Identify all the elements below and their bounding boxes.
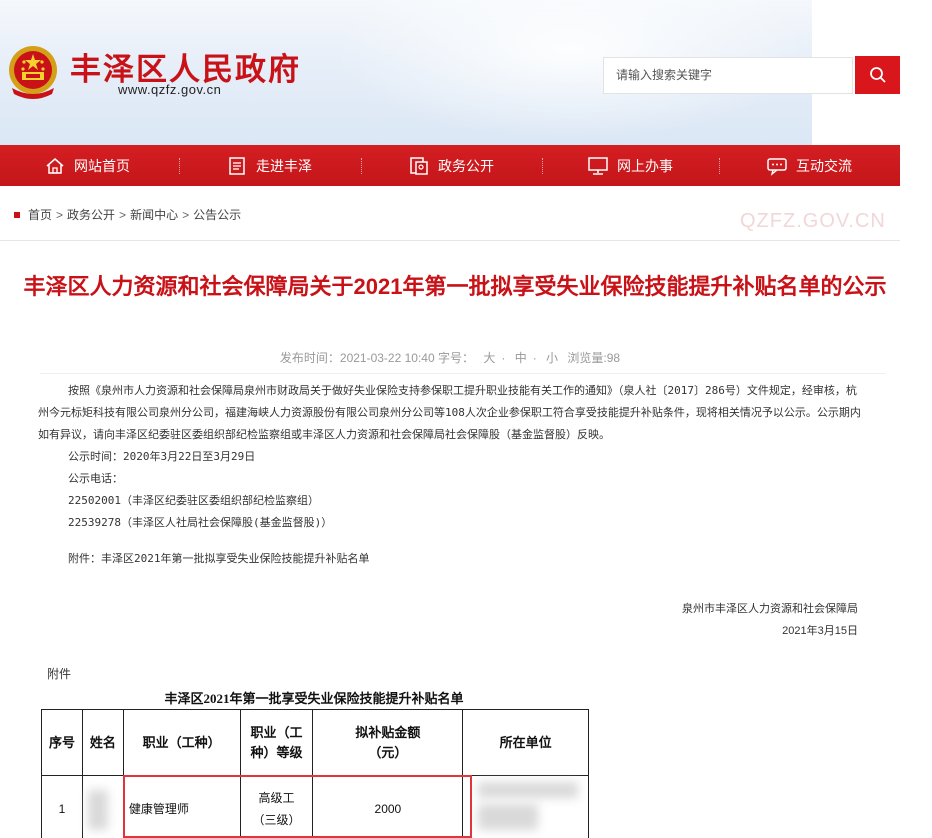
nav-divider: [361, 158, 362, 174]
search-button[interactable]: [855, 56, 900, 94]
nav-item-public[interactable]: 政务公开: [408, 145, 494, 186]
attachment-label: 附件: [47, 667, 72, 681]
document-icon: [226, 155, 248, 177]
home-icon: [44, 155, 66, 177]
phone-line-1: 22502001（丰泽区纪委驻区委组织部纪检监察组）: [68, 494, 319, 507]
col-header-name: 姓名: [81, 709, 124, 776]
signature-date: 2021年3月15日: [782, 625, 858, 637]
search-icon: [869, 67, 886, 83]
site-watermark: QZFZ.GOV.CN: [740, 210, 886, 232]
article-meta: 发布时间：2021-03-22 10:40 字号： 大 · 中 · 小 浏览量:98: [279, 351, 621, 365]
nav-item-interact[interactable]: 互动交流: [766, 145, 852, 186]
attachment-link[interactable]: 附件：丰泽区2021年第一批拟享受失业保险技能提升补贴名单: [38, 548, 863, 570]
breadcrumb-divider: [0, 240, 900, 241]
nav-item-label: 互动交流: [796, 157, 852, 174]
breadcrumb-notice[interactable]: 公告公示: [193, 206, 241, 223]
col-header-unit: 所在单位: [462, 709, 589, 776]
publish-info: 发布时间：2021-03-22 10:40 字号：: [279, 351, 474, 365]
cell-amount: 2000: [312, 775, 464, 838]
nav-item-online[interactable]: 网上办事: [587, 145, 673, 186]
files-icon: [408, 155, 430, 177]
breadcrumb-separator: >: [56, 207, 64, 222]
nav-divider: [719, 158, 720, 174]
phone-line-2: 22539278（丰泽区人社局社会保障股(基金监督股)）: [68, 516, 333, 529]
redaction-blur-name: [88, 790, 108, 830]
nav-item-label: 政务公开: [438, 157, 494, 174]
font-size-large-button[interactable]: 大: [483, 351, 495, 365]
breadcrumb-separator: >: [119, 207, 127, 222]
redaction-blur-unit: [478, 804, 538, 830]
phone-label: 公示电话：: [68, 472, 123, 485]
breadcrumb-separator: >: [182, 207, 190, 222]
site-url: www.qzfz.gov.cn: [118, 82, 222, 97]
signature-org: 泉州市丰泽区人力资源和社会保障局: [682, 603, 858, 615]
notice-period: 公示时间：2020年3月22日至3月29日: [68, 450, 256, 463]
breadcrumb-news[interactable]: 新闻中心: [130, 206, 178, 223]
breadcrumb: 首页 > 政务公开 > 新闻中心 > 公告公示: [14, 206, 241, 223]
table-title: 丰泽区2021年第一批享受失业保险技能提升补贴名单: [164, 691, 464, 706]
table-header-row: 序号 姓名 职业（工种） 职业（工种）等级 拟补贴金额（元） 所在单位: [41, 709, 589, 776]
nav-divider: [542, 158, 543, 174]
nav-item-label: 走进丰泽: [256, 157, 312, 174]
meta-divider: [40, 373, 885, 374]
search-input[interactable]: 请输入搜索关键字: [603, 57, 853, 94]
breadcrumb-home[interactable]: 首页: [28, 206, 52, 223]
col-header-amount: 拟补贴金额（元）: [312, 709, 464, 776]
nav-item-about[interactable]: 走进丰泽: [226, 145, 312, 186]
cell-level: 高级工（三级）: [239, 775, 314, 838]
view-count: 浏览量:98: [567, 351, 621, 365]
breadcrumb-public[interactable]: 政务公开: [67, 206, 115, 223]
main-nav: 网站首页 走进丰泽 政务公开 网上办事 互动交流: [0, 145, 900, 186]
nav-item-label: 网站首页: [74, 157, 130, 174]
article-body: 按照《泉州市人力资源和社会保障局泉州市财政局关于做好失业保险支持参保职工提升职业…: [38, 380, 863, 570]
article-paragraph: 按照《泉州市人力资源和社会保障局泉州市财政局关于做好失业保险支持参保职工提升职业…: [38, 384, 861, 441]
font-size-small-button[interactable]: 小: [546, 351, 558, 365]
font-size-medium-button[interactable]: 中: [515, 351, 527, 365]
col-header-level: 职业（工种）等级: [239, 709, 314, 776]
nav-divider: [179, 158, 180, 174]
chat-icon: [766, 155, 788, 177]
col-header-seq: 序号: [41, 709, 83, 776]
cell-seq: 1: [41, 775, 83, 838]
monitor-icon: [587, 155, 609, 177]
cell-job: 健康管理师: [122, 775, 241, 838]
article-title: 丰泽区人力资源和社会保障局关于2021年第一批拟享受失业保险技能提升补贴名单的公…: [23, 274, 887, 299]
nav-item-home[interactable]: 网站首页: [44, 145, 130, 186]
col-header-job: 职业（工种）: [122, 709, 241, 776]
breadcrumb-marker-icon: [14, 211, 20, 218]
national-emblem-icon: [4, 42, 62, 102]
redaction-blur-unit: [478, 782, 578, 798]
nav-item-label: 网上办事: [617, 157, 673, 174]
